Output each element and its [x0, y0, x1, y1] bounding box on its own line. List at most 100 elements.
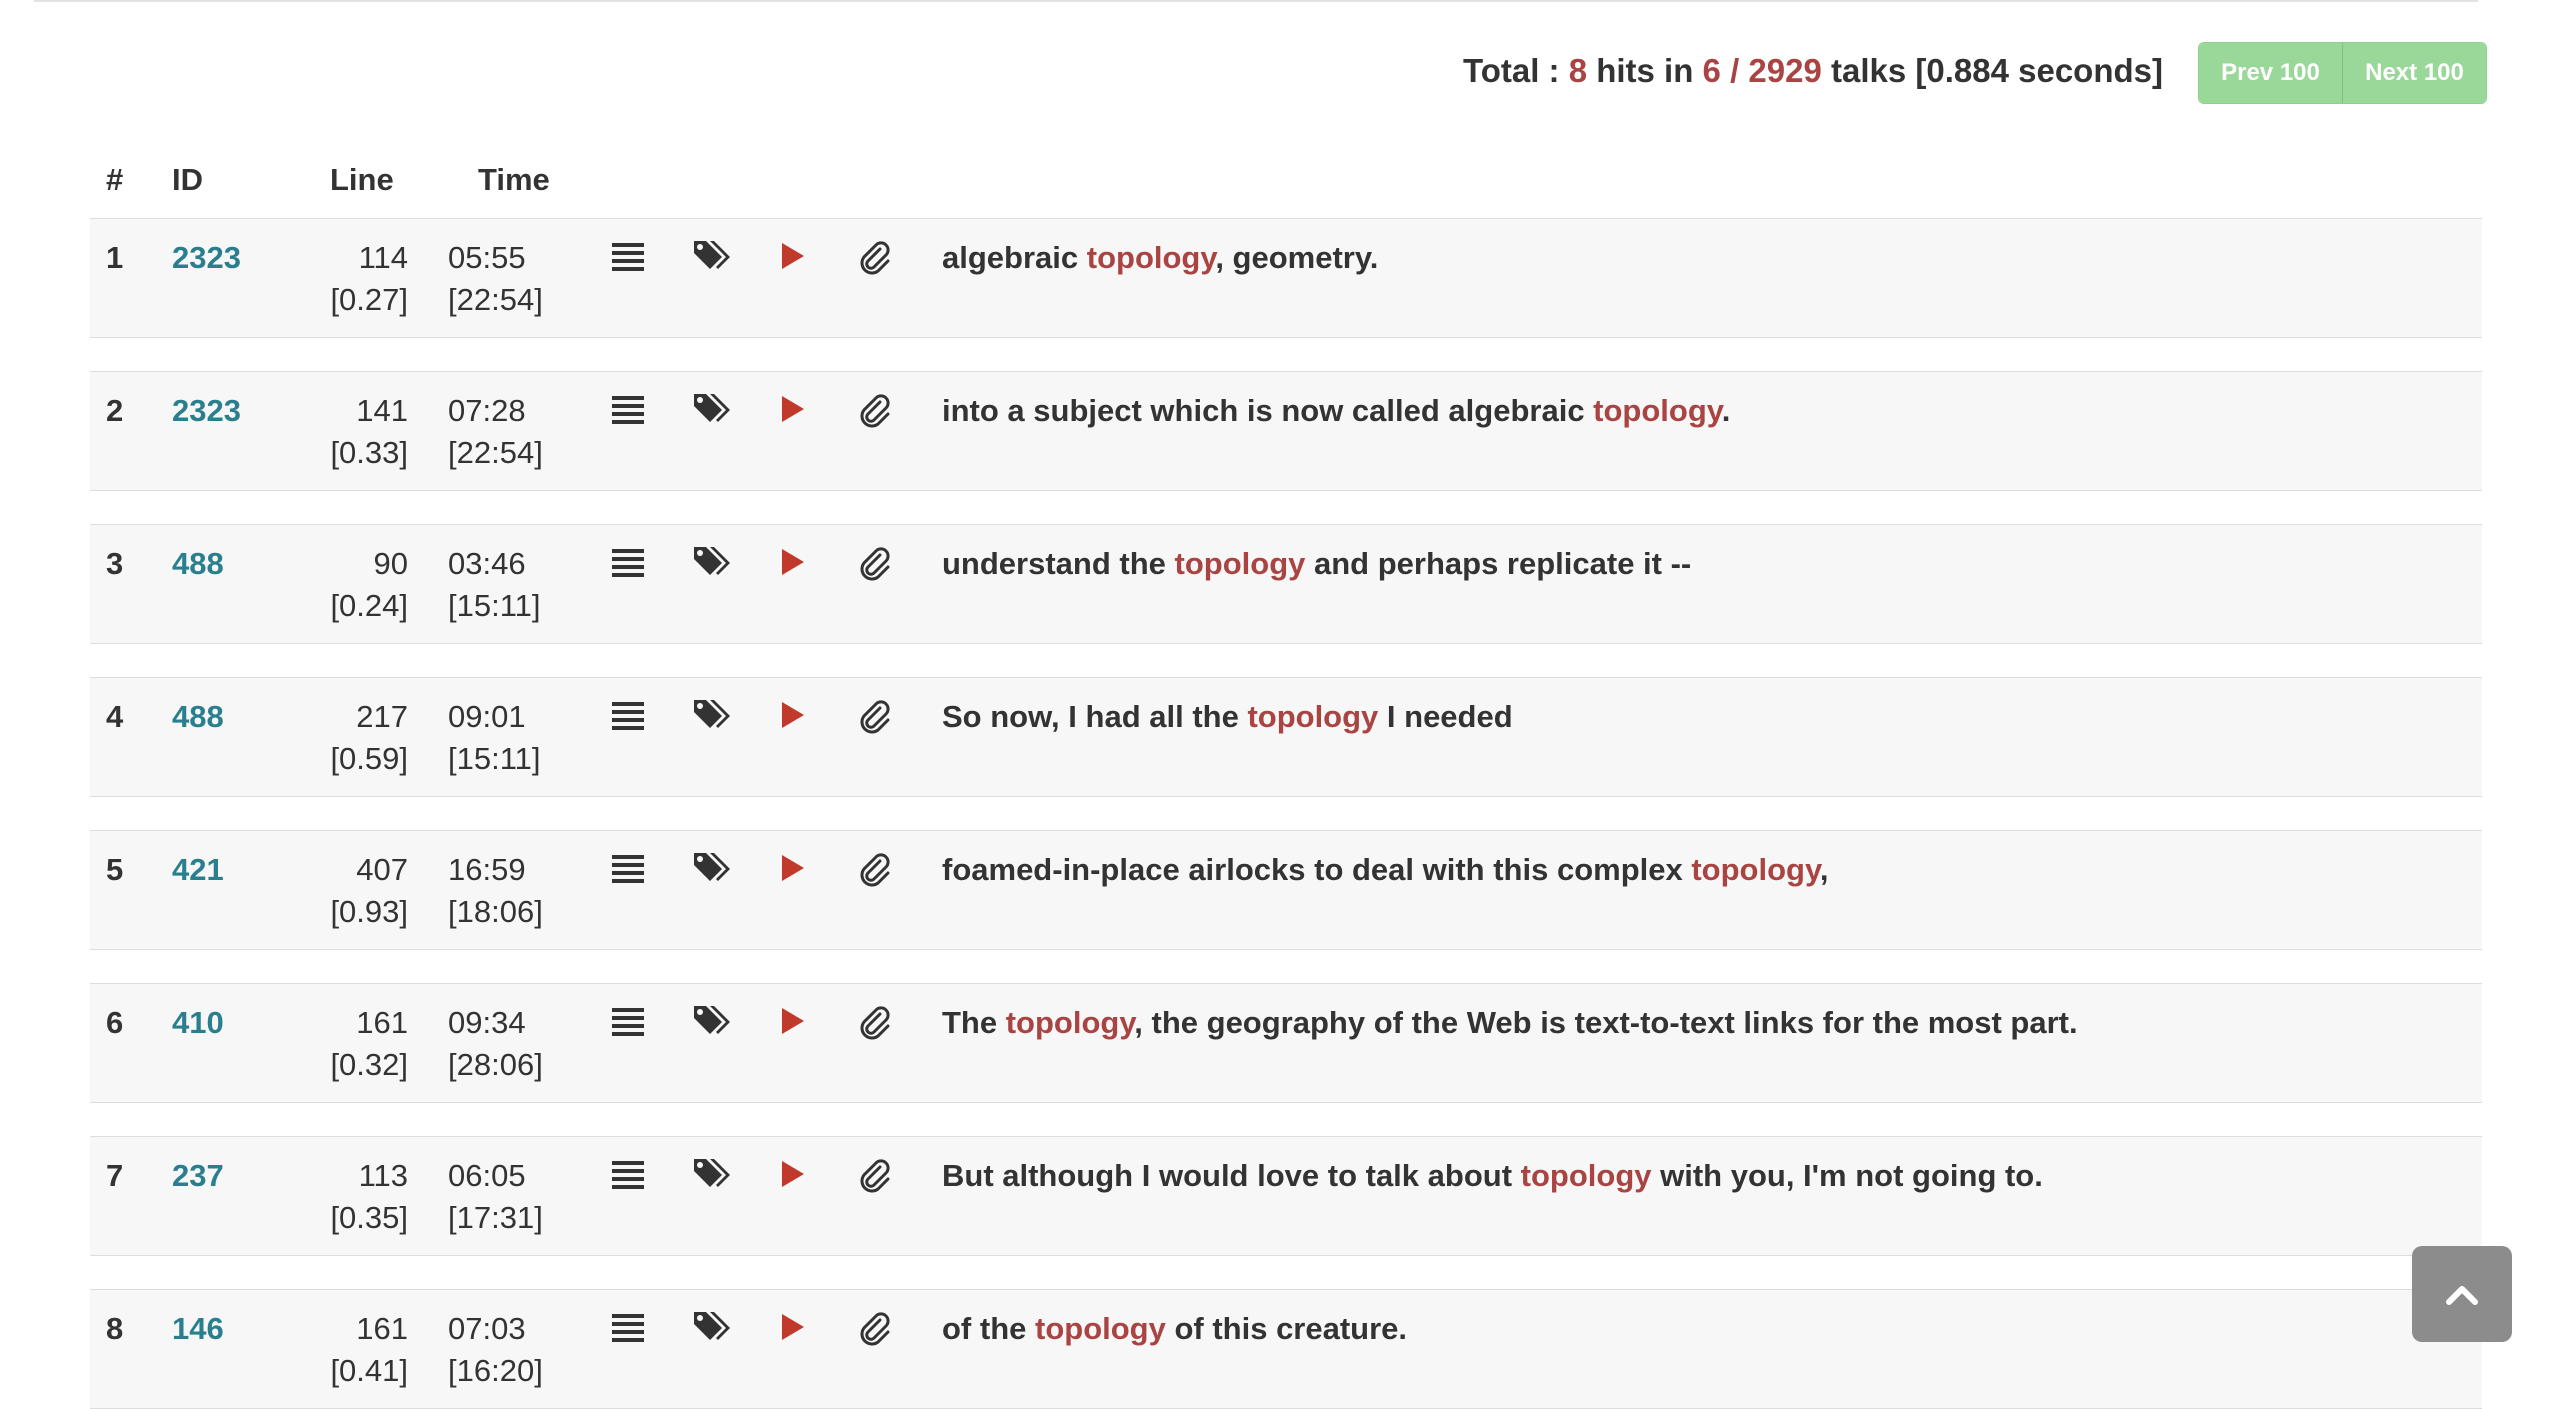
hit-count: 8 — [1568, 52, 1588, 89]
tags-icon[interactable] — [692, 698, 732, 737]
talk-id-link[interactable]: 488 — [172, 696, 224, 738]
sentence-hit: topology — [1593, 393, 1722, 428]
tags-icon[interactable] — [692, 1310, 732, 1349]
sentence-post: , — [1819, 852, 1829, 887]
talk-id-link[interactable]: 237 — [172, 1155, 224, 1197]
talk-duration: [17:31] — [448, 1200, 543, 1235]
row-number: 1 — [106, 240, 124, 275]
talk-duration: [22:54] — [448, 435, 543, 470]
table-row: 1 2323 114 [0.27] 05:55 [22:54] algebraic topo… — [90, 218, 2482, 338]
sentence-text: understand the topology and perhaps repl… — [942, 543, 1691, 585]
sentence-pre: understand the — [942, 546, 1175, 581]
talk-id-link[interactable]: 410 — [172, 1002, 224, 1044]
top-divider — [34, 0, 2478, 2]
scroll-to-top-button[interactable] — [2412, 1246, 2512, 1342]
line-fraction: [0.59] — [330, 741, 408, 776]
line-cell: 161 [0.41] — [240, 1308, 408, 1392]
list-icon[interactable] — [612, 547, 644, 582]
next-100-button[interactable]: Next 100 — [2342, 43, 2486, 103]
timestamp: 07:03 — [448, 1311, 526, 1346]
line-fraction: [0.93] — [330, 894, 408, 929]
sentence-hit: topology — [1174, 546, 1306, 581]
list-icon[interactable] — [612, 1159, 644, 1194]
talk-id-link[interactable]: 2323 — [172, 237, 241, 279]
sentence-post: of this creature. — [1165, 1311, 1408, 1346]
timestamp: 06:05 — [448, 1158, 526, 1193]
play-icon[interactable] — [780, 547, 806, 582]
time-cell: 05:55 [22:54] — [448, 237, 543, 321]
talk-duration: [28:06] — [448, 1047, 543, 1082]
line-fraction: [0.33] — [330, 435, 408, 470]
sentence-post: . — [1721, 393, 1731, 428]
time-cell: 06:05 [17:31] — [448, 1155, 543, 1239]
paperclip-icon[interactable] — [858, 241, 892, 280]
sentence-hit: topology — [1520, 1158, 1652, 1193]
tags-icon[interactable] — [692, 392, 732, 431]
sentence-post: , geometry. — [1215, 240, 1379, 275]
table-header: # ID Line Time — [90, 140, 2450, 221]
table-row: 3 488 90 [0.24] 03:46 [15:11] understand the t… — [90, 524, 2482, 644]
tags-icon[interactable] — [692, 545, 732, 584]
chevron-up-icon — [2446, 1286, 2478, 1305]
paperclip-icon[interactable] — [858, 1006, 892, 1045]
sentence-text: of the topology of this creature. — [942, 1308, 1407, 1350]
paperclip-icon[interactable] — [858, 853, 892, 892]
sentence-text: into a subject which is now called algeb… — [942, 390, 1730, 432]
tags-icon[interactable] — [692, 239, 732, 278]
header-time: Time — [478, 162, 550, 197]
play-icon[interactable] — [780, 700, 806, 735]
talk-duration: [18:06] — [448, 894, 543, 929]
line-cell: 113 [0.35] — [240, 1155, 408, 1239]
row-number: 5 — [106, 852, 124, 887]
play-icon[interactable] — [780, 1159, 806, 1194]
line-number: 113 — [358, 1158, 408, 1193]
tags-icon[interactable] — [692, 1157, 732, 1196]
sentence-pre: into a subject which is now called algeb… — [942, 393, 1594, 428]
play-icon[interactable] — [780, 853, 806, 888]
line-number: 90 — [373, 546, 408, 581]
list-icon[interactable] — [612, 700, 644, 735]
line-fraction: [0.35] — [330, 1200, 408, 1235]
table-row: 6 410 161 [0.32] 09:34 [28:06] The topology, t… — [90, 983, 2482, 1103]
sentence-post: I needed — [1378, 699, 1513, 734]
play-icon[interactable] — [780, 1006, 806, 1041]
tags-icon[interactable] — [692, 851, 732, 890]
line-number: 407 — [356, 852, 408, 887]
timestamp: 16:59 — [448, 852, 526, 887]
list-icon[interactable] — [612, 853, 644, 888]
tags-icon[interactable] — [692, 1004, 732, 1043]
row-number: 6 — [106, 1005, 124, 1040]
timestamp: 05:55 — [448, 240, 526, 275]
paperclip-icon[interactable] — [858, 1159, 892, 1198]
row-number: 8 — [106, 1311, 124, 1346]
paperclip-icon[interactable] — [858, 547, 892, 586]
sentence-text: algebraic topology, geometry. — [942, 237, 1378, 279]
list-icon[interactable] — [612, 1006, 644, 1041]
sentence-pre: The — [942, 1005, 1006, 1040]
talk-id-link[interactable]: 421 — [172, 849, 224, 891]
talk-duration: [16:20] — [448, 1353, 543, 1388]
play-icon[interactable] — [780, 394, 806, 429]
talk-id-link[interactable]: 2323 — [172, 390, 241, 432]
row-number: 7 — [106, 1158, 124, 1193]
time-cell: 07:28 [22:54] — [448, 390, 543, 474]
sentence-pre: So now, I had all the — [942, 699, 1248, 734]
timestamp: 09:01 — [448, 699, 526, 734]
list-icon[interactable] — [612, 241, 644, 276]
paperclip-icon[interactable] — [858, 394, 892, 433]
timestamp: 07:28 — [448, 393, 526, 428]
paperclip-icon[interactable] — [858, 700, 892, 739]
sentence-post: , the geography of the Web is text-to-te… — [1134, 1005, 2078, 1040]
play-icon[interactable] — [780, 241, 806, 276]
list-icon[interactable] — [612, 1312, 644, 1347]
sentence-hit: topology — [1005, 1005, 1135, 1040]
table-row: 8 146 161 [0.41] 07:03 [16:20] of the topology… — [90, 1289, 2482, 1409]
play-icon[interactable] — [780, 1312, 806, 1347]
list-icon[interactable] — [612, 394, 644, 429]
paperclip-icon[interactable] — [858, 1312, 892, 1351]
talk-id-link[interactable]: 146 — [172, 1308, 224, 1350]
talk-id-link[interactable]: 488 — [172, 543, 224, 585]
sentence-post: with you, I'm not going to. — [1651, 1158, 2043, 1193]
prev-100-button[interactable]: Prev 100 — [2199, 43, 2342, 103]
table-row: 4 488 217 [0.59] 09:01 [15:11] So now, I had a… — [90, 677, 2482, 797]
